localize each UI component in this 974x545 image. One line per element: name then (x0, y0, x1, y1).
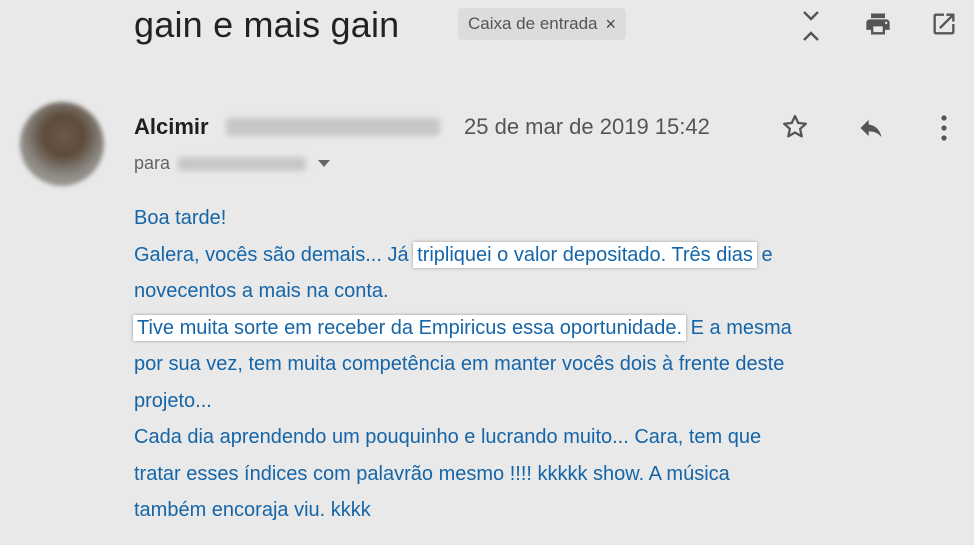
email-subject: gain e mais gain (134, 4, 400, 45)
print-icon[interactable] (864, 10, 892, 43)
body-line: projeto... (134, 389, 212, 412)
body-line: novecentos a mais na conta. (134, 280, 389, 302)
remove-label-icon[interactable]: × (605, 14, 616, 35)
body-text: e (755, 243, 773, 266)
recipient-prefix: para (134, 153, 171, 173)
body-line: tratar esses índices com palavrão mesmo … (134, 462, 730, 485)
more-options-icon[interactable] (938, 112, 950, 149)
body-line: Boa tarde! (134, 207, 227, 229)
body-line: por sua vez, tem muita competência em ma… (134, 353, 785, 375)
recipient-line[interactable]: para (134, 153, 331, 174)
star-icon[interactable] (780, 112, 810, 147)
email-body: Boa tarde! Galera, vocês são demais... J… (133, 200, 969, 529)
body-line: Cada dia aprendendo um pouquinho e lucra… (134, 426, 762, 448)
body-line: também encoraja viu. kkkk (134, 499, 371, 521)
sender-avatar[interactable] (20, 102, 104, 186)
highlighted-text: tripliquei o valor depositado. Três dias (413, 241, 757, 268)
highlighted-text: Tive muita sorte em receber da Empiricus… (133, 314, 687, 341)
recipient-redacted (178, 156, 307, 171)
sender-email-redacted (226, 118, 440, 136)
open-in-new-window-icon[interactable] (930, 10, 958, 43)
expand-all-icon[interactable] (800, 8, 822, 49)
inbox-label-chip[interactable]: Caixa de entrada × (458, 8, 626, 40)
message-date: 25 de mar de 2019 15:42 (464, 114, 710, 139)
body-line: Galera, vocês são demais... Já triplique… (134, 237, 969, 274)
label-text: Caixa de entrada (468, 14, 598, 33)
sender-name[interactable]: Alcimir (134, 114, 209, 140)
chevron-down-icon[interactable] (318, 160, 331, 167)
body-text: E a mesma (685, 316, 792, 339)
reply-icon[interactable] (855, 114, 887, 147)
body-text: Galera, vocês são demais... Já (134, 243, 415, 266)
body-line: Tive muita sorte em receber da Empiricus… (133, 310, 969, 347)
